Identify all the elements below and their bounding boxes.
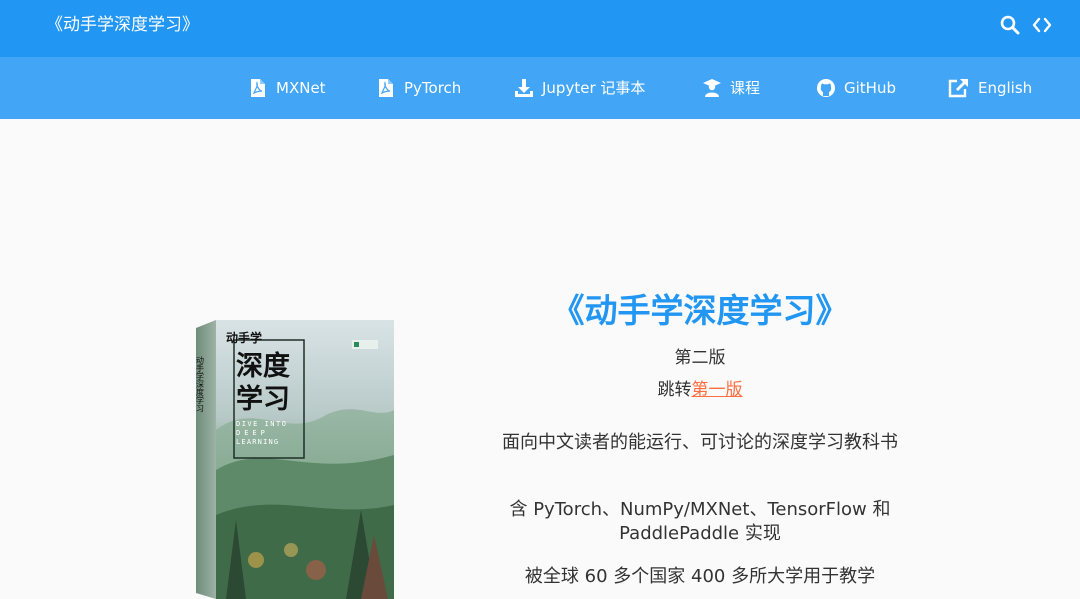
feature-text: 面向中文读者的能运行、可讨论的深度学习教科书	[502, 432, 898, 453]
nav-item-label: GitHub	[844, 79, 896, 97]
jump-prefix: 跳转	[657, 380, 692, 400]
top-bar: 《动手学深度学习》	[0, 0, 1080, 57]
download-icon	[515, 79, 533, 97]
github-icon	[817, 79, 835, 97]
nav-item-label: 课程	[730, 79, 761, 97]
feature-text: 含 PyTorch、NumPy/MXNet、TensorFlow 和 Paddl…	[509, 499, 891, 544]
nav-item-label: English	[978, 79, 1033, 97]
cover-english-line-1: DIVE INTO	[236, 420, 287, 428]
nav-item-label: MXNet	[276, 79, 326, 97]
nav-item-english[interactable]: English	[948, 77, 1032, 99]
nav-item-label: Jupyter 记事本	[542, 79, 646, 97]
cover-title-top: 动手学	[226, 330, 262, 345]
search-icon[interactable]	[1000, 14, 1020, 36]
site-title-link[interactable]: 《动手学深度学习》	[46, 14, 199, 36]
pdf-icon	[251, 79, 265, 97]
cover-english-line-2: DEEP	[236, 429, 269, 437]
code-icon[interactable]	[1032, 14, 1052, 36]
first-edition-link[interactable]: 第一版	[692, 380, 743, 400]
external-link-icon	[948, 79, 968, 98]
edition-label: 第二版	[674, 348, 726, 368]
top-icons	[1000, 14, 1052, 36]
nav-item-pytorch[interactable]: PyTorch	[376, 77, 461, 99]
book-cover-image: 动手学 深度 学习 DIVE INTO DEEP LEARNING 动手学深度学…	[196, 320, 394, 599]
cover-title-line-2: 学习	[236, 383, 290, 415]
graduation-cap-icon	[703, 79, 721, 97]
cover-title-line-1: 深度	[236, 350, 290, 382]
nav-bar: MXNet PyTorch Jupyter 记事本 课程 GitHub Engl…	[0, 57, 1080, 119]
nav-item-jupyter[interactable]: Jupyter 记事本	[514, 77, 645, 99]
jump-line: 跳转第一版	[500, 379, 900, 401]
nav-item-github[interactable]: GitHub	[816, 77, 896, 99]
pdf-icon	[379, 79, 393, 97]
cover-english-line-3: LEARNING	[236, 438, 279, 446]
hero-title: 《动手学深度学习》	[551, 291, 849, 330]
feature-text: 被全球 60 多个国家 400 多所大学用于教学	[524, 566, 876, 587]
nav-item-courses[interactable]: 课程	[702, 77, 760, 99]
main-content: 动手学 深度 学习 DIVE INTO DEEP LEARNING 动手学深度学…	[0, 119, 1080, 599]
nav-item-label: PyTorch	[404, 79, 462, 97]
nav-item-mxnet[interactable]: MXNet	[248, 77, 326, 99]
cover-spine-title: 动手学深度学习	[196, 355, 205, 413]
